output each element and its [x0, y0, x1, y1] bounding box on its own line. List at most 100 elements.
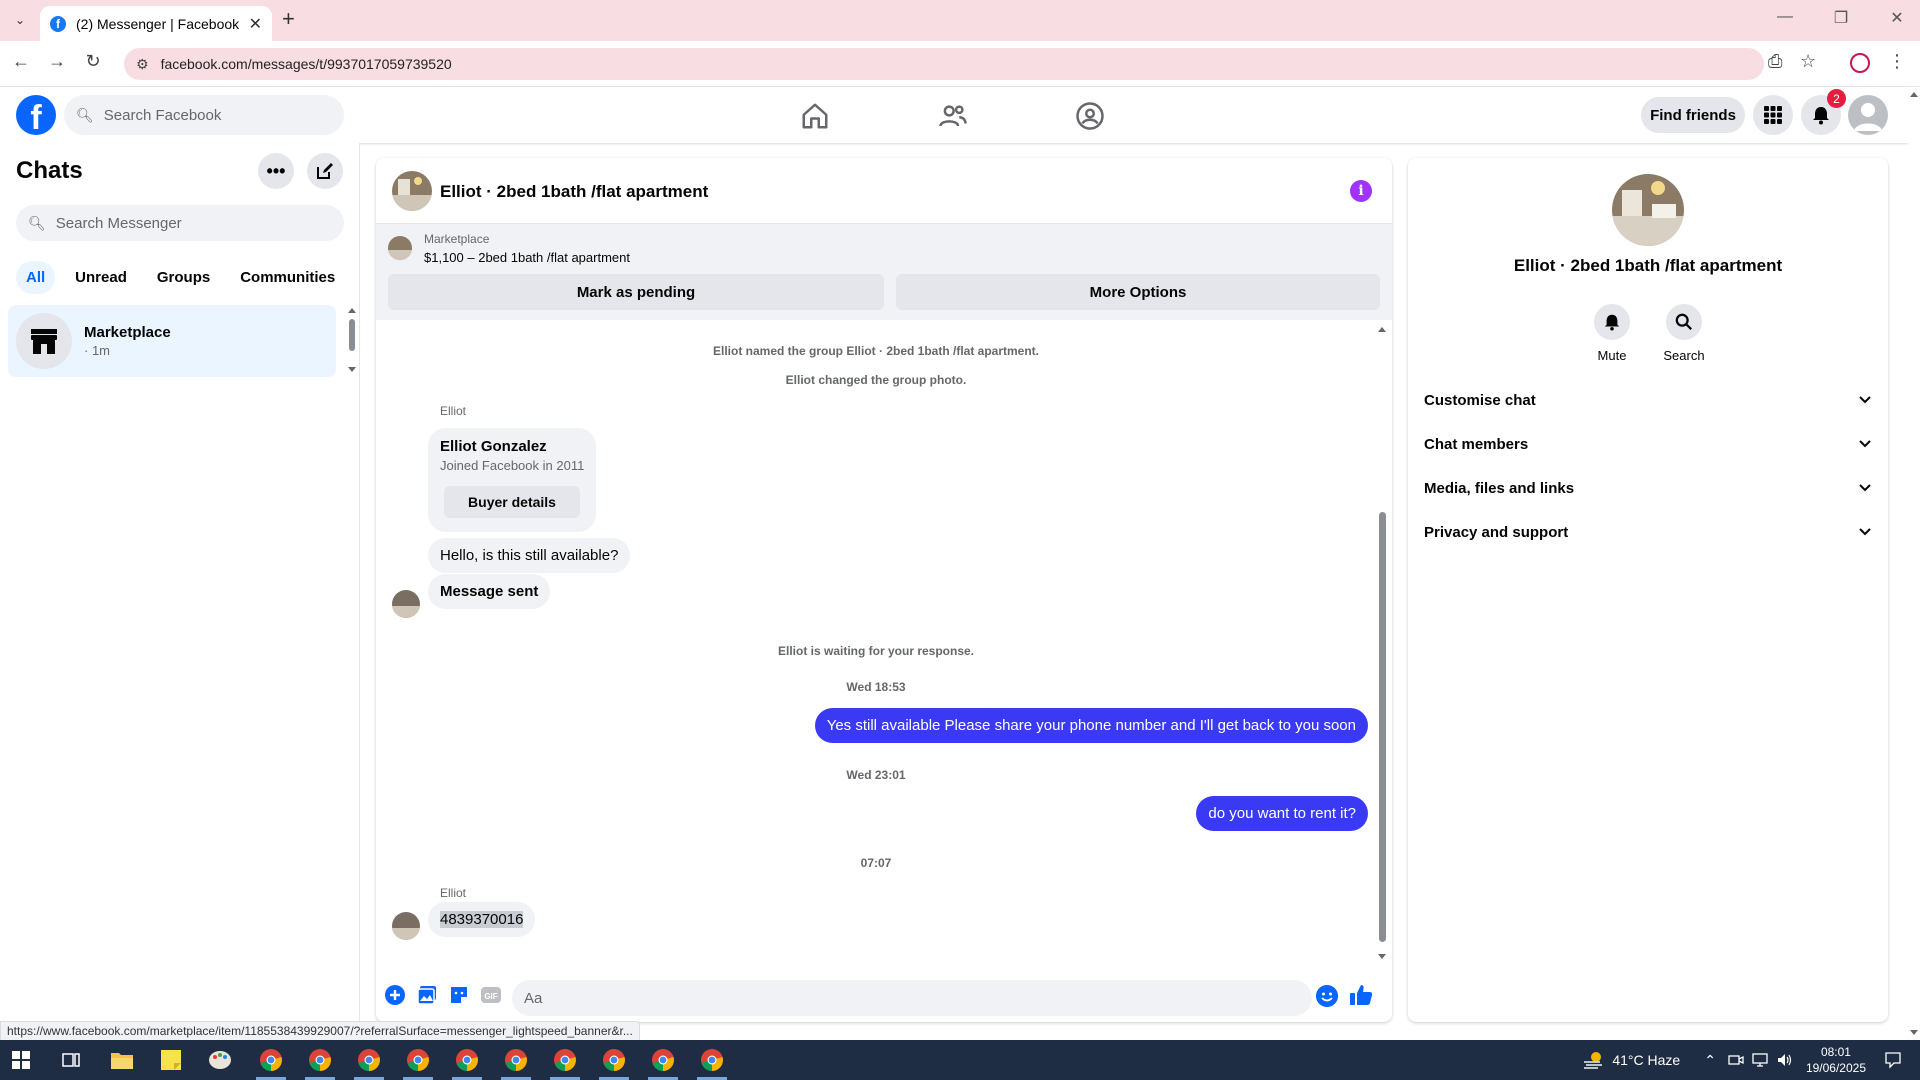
page-scrollbar[interactable]: [1908, 87, 1920, 1040]
section-customise-chat[interactable]: Customise chat: [1424, 380, 1872, 420]
paint-app-icon[interactable]: [208, 1049, 232, 1071]
groups-icon[interactable]: [1075, 101, 1105, 131]
mute-button[interactable]: [1594, 304, 1630, 340]
new-message-button[interactable]: [307, 153, 343, 189]
filter-communities[interactable]: Communities: [230, 261, 345, 294]
attach-photo-icon[interactable]: [416, 984, 438, 1006]
show-hidden-icons[interactable]: ⌃: [1704, 1052, 1716, 1069]
group-photo-avatar[interactable]: [392, 171, 432, 211]
incoming-message[interactable]: 4839370016: [428, 902, 536, 937]
network-icon[interactable]: [1752, 1052, 1768, 1068]
gif-icon[interactable]: GIF: [480, 984, 502, 1006]
conversation-info-icon[interactable]: i: [1350, 180, 1372, 202]
back-icon[interactable]: ←: [8, 51, 34, 72]
listing-price-title[interactable]: $1,100 – 2bed 1bath /flat apartment: [424, 250, 630, 265]
browser-profile-icon[interactable]: [1850, 53, 1870, 73]
thumbs-up-icon[interactable]: [1348, 982, 1374, 1008]
sender-name: Elliot: [440, 404, 467, 418]
task-view-icon[interactable]: [62, 1051, 80, 1069]
message-input[interactable]: Aa: [512, 980, 1312, 1016]
chrome-icon[interactable]: [357, 1048, 381, 1072]
svg-text:GIF: GIF: [484, 992, 497, 1001]
tab-search-button[interactable]: ⌄: [8, 8, 32, 32]
sender-avatar[interactable]: [392, 912, 420, 940]
chrome-icon[interactable]: [553, 1048, 577, 1072]
chrome-icon[interactable]: [259, 1048, 283, 1072]
minimize-icon[interactable]: —: [1772, 8, 1798, 28]
sticky-notes-icon[interactable]: [160, 1049, 182, 1071]
weather-text[interactable]: 41°C Haze: [1612, 1052, 1680, 1068]
avatar-icon: [1854, 103, 1882, 131]
chats-options-button[interactable]: •••: [258, 153, 294, 189]
message-list: Elliot named the group Elliot · 2bed 1ba…: [376, 320, 1392, 968]
friends-icon[interactable]: [938, 101, 968, 131]
url-bar[interactable]: ⚙ facebook.com/messages/t/99370170597395…: [124, 48, 1764, 80]
browser-menu-icon[interactable]: ⋮: [1888, 51, 1906, 72]
chrome-icon[interactable]: [651, 1048, 675, 1072]
url-text: facebook.com/messages/t/9937017059739520: [160, 56, 452, 72]
volume-icon[interactable]: [1776, 1052, 1792, 1068]
weather-haze-icon[interactable]: [1582, 1050, 1604, 1070]
sticker-icon[interactable]: [448, 984, 470, 1006]
browser-tab[interactable]: f (2) Messenger | Facebook ✕: [40, 6, 272, 41]
new-tab-button[interactable]: +: [282, 6, 295, 32]
listing-thumbnail[interactable]: [388, 236, 412, 260]
facebook-search-input[interactable]: 🔍︎ Search Facebook: [64, 95, 344, 135]
more-actions-icon[interactable]: [384, 984, 406, 1006]
incoming-message[interactable]: Hello, is this still available?: [428, 538, 631, 573]
bookmark-star-icon[interactable]: ☆: [1800, 51, 1816, 72]
group-photo-large[interactable]: [1612, 174, 1684, 246]
grid-icon: [1764, 106, 1782, 124]
selected-phone-number[interactable]: 4839370016: [440, 911, 524, 928]
account-avatar[interactable]: [1848, 95, 1888, 135]
mute-action[interactable]: Mute: [1576, 304, 1648, 363]
conversation-scrollbar[interactable]: [1376, 322, 1388, 966]
windows-start-icon[interactable]: [12, 1051, 30, 1069]
buyer-details-button[interactable]: Buyer details: [444, 486, 580, 518]
section-chat-members[interactable]: Chat members: [1424, 424, 1872, 464]
sidebar-scrollbar[interactable]: [348, 305, 356, 375]
chrome-icon[interactable]: [602, 1048, 626, 1072]
filter-unread[interactable]: Unread: [65, 261, 137, 294]
incoming-message[interactable]: Message sent: [428, 574, 551, 609]
reload-icon[interactable]: ↻: [80, 51, 106, 72]
search-label: Search: [1663, 348, 1705, 363]
find-friends-button[interactable]: Find friends: [1641, 97, 1745, 133]
notification-center-icon[interactable]: [1884, 1051, 1902, 1069]
messenger-search-input[interactable]: 🔍︎ Search Messenger: [16, 205, 344, 241]
forward-icon[interactable]: →: [44, 51, 70, 72]
filter-groups[interactable]: Groups: [147, 261, 220, 294]
file-explorer-icon[interactable]: [110, 1049, 134, 1071]
home-icon[interactable]: [800, 101, 830, 131]
chat-list-item[interactable]: Marketplace · 1m: [8, 305, 336, 377]
chrome-icon[interactable]: [700, 1048, 724, 1072]
sender-avatar[interactable]: [392, 590, 420, 618]
emoji-icon[interactable]: [1316, 985, 1338, 1007]
section-privacy-support[interactable]: Privacy and support: [1424, 512, 1872, 552]
mute-label: Mute: [1597, 348, 1627, 363]
filter-all[interactable]: All: [16, 261, 56, 294]
site-settings-icon[interactable]: ⚙: [136, 56, 149, 73]
section-media-files-links[interactable]: Media, files and links: [1424, 468, 1872, 508]
clock[interactable]: 08:01 19/06/2025: [1806, 1044, 1866, 1076]
chrome-icon[interactable]: [406, 1048, 430, 1072]
install-app-icon[interactable]: ⎙: [1768, 51, 1782, 72]
menu-grid-button[interactable]: [1753, 95, 1793, 135]
facebook-logo-icon[interactable]: f: [16, 95, 56, 135]
more-options-button[interactable]: More Options: [896, 274, 1380, 310]
photo-icon: [392, 590, 420, 618]
restore-icon[interactable]: ❐: [1828, 8, 1854, 28]
meet-now-icon[interactable]: [1728, 1052, 1744, 1068]
search-action[interactable]: Search: [1648, 304, 1720, 363]
mark-as-pending-button[interactable]: Mark as pending: [388, 274, 884, 310]
outgoing-message[interactable]: do you want to rent it?: [1196, 796, 1368, 831]
timestamp: Wed 18:53: [846, 680, 906, 694]
search-in-chat-button[interactable]: [1666, 304, 1702, 340]
section-label: Customise chat: [1424, 391, 1536, 409]
chrome-icon[interactable]: [308, 1048, 332, 1072]
chrome-icon[interactable]: [504, 1048, 528, 1072]
outgoing-message[interactable]: Yes still available Please share your ph…: [814, 708, 1368, 743]
close-window-icon[interactable]: ✕: [1884, 8, 1910, 28]
close-tab-icon[interactable]: ✕: [249, 14, 262, 34]
chrome-icon[interactable]: [455, 1048, 479, 1072]
